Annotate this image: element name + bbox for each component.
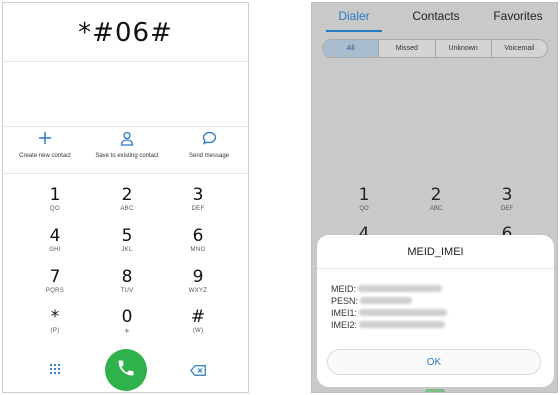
- dialer-tabs: Dialer Contacts Favorites: [312, 3, 557, 33]
- device-id-list: MEID: PESN: IMEI1: IMEI2:: [331, 282, 448, 330]
- key-1[interactable]: 1 QO: [25, 186, 85, 222]
- meid-label: MEID:: [331, 283, 357, 294]
- divider: [3, 173, 248, 174]
- key-letters: MNO: [190, 247, 206, 253]
- key-2[interactable]: 2 ABC: [406, 186, 466, 222]
- message-icon: [168, 131, 248, 147]
- key-letters: ABC: [120, 206, 134, 212]
- dial-input-display[interactable]: *#06#: [3, 3, 248, 63]
- dialer-screen-right: Dialer Contacts Favorites All Missed Unk…: [311, 2, 558, 393]
- redacted-value: [359, 309, 448, 317]
- filter-unknown[interactable]: Unknown: [434, 40, 491, 57]
- dial-bottom-bar: [3, 349, 248, 391]
- key-digit: 4: [49, 226, 61, 246]
- key-letters: QO: [359, 206, 369, 212]
- active-tab-indicator: [326, 30, 382, 32]
- key-digit: 0: [121, 307, 133, 327]
- redacted-value: [359, 321, 446, 329]
- imei2-row: IMEI2:: [331, 318, 447, 330]
- key-letters: (W): [192, 328, 204, 334]
- divider: [3, 126, 248, 127]
- quick-actions: Create new contact Save to existing cont…: [3, 131, 248, 169]
- dialpad-icon[interactable]: [49, 362, 61, 380]
- tab-dialer[interactable]: Dialer: [326, 9, 382, 23]
- call-button-peek: [425, 389, 445, 392]
- ok-button[interactable]: OK: [327, 349, 541, 375]
- plus-icon: [4, 131, 86, 147]
- key-letters: DEF: [191, 206, 205, 212]
- key-1[interactable]: 1 QO: [334, 186, 394, 222]
- key-digit: *: [50, 307, 60, 327]
- meid-imei-dialog: MEID_IMEI MEID: PESN: IMEI1: IMEI2: OK: [317, 235, 554, 387]
- key-digit: 1: [358, 185, 370, 205]
- dialog-title: MEID_IMEI: [317, 235, 554, 269]
- filter-voicemail[interactable]: Voicemail: [490, 40, 547, 57]
- key-letters: TUV: [120, 288, 134, 294]
- filter-missed[interactable]: Missed: [378, 40, 434, 57]
- key-3[interactable]: 3 DEF: [477, 186, 537, 222]
- key-digit: 8: [121, 267, 133, 287]
- call-button[interactable]: [105, 349, 147, 391]
- send-message-button[interactable]: Send message: [168, 131, 248, 159]
- key-letters: WXYZ: [188, 288, 208, 294]
- imei1-label: IMEI1:: [331, 307, 358, 318]
- filter-all[interactable]: All: [323, 40, 379, 57]
- backspace-icon[interactable]: [190, 363, 206, 381]
- key-hash[interactable]: # (W): [168, 308, 228, 344]
- create-new-contact-label: Create new contact: [19, 153, 71, 159]
- person-icon: [86, 131, 168, 147]
- dialer-screen-left: *#06# Create new contact Save to existin…: [2, 2, 249, 393]
- key-2[interactable]: 2 ABC: [97, 186, 157, 222]
- redacted-value: [358, 285, 443, 293]
- phone-icon: [116, 358, 136, 383]
- tab-favorites[interactable]: Favorites: [486, 9, 550, 23]
- key-digit: 1: [49, 185, 61, 205]
- key-letters: +: [124, 326, 130, 336]
- key-star[interactable]: * (P): [25, 308, 85, 344]
- key-0[interactable]: 0 +: [97, 308, 157, 344]
- redacted-value: [360, 297, 413, 305]
- key-letters: GHI: [49, 247, 61, 253]
- imei1-row: IMEI1:: [331, 306, 448, 318]
- imei2-label: IMEI2:: [331, 319, 358, 330]
- key-digit: 3: [501, 185, 513, 205]
- key-digit: #: [190, 307, 206, 327]
- key-6[interactable]: 6 MNO: [168, 227, 228, 263]
- key-digit: 3: [192, 185, 204, 205]
- key-letters: JKL: [121, 247, 133, 253]
- key-digit: 6: [192, 226, 204, 246]
- divider: [3, 61, 248, 62]
- call-log-filter: All Missed Unknown Voicemail: [322, 39, 548, 58]
- tab-contacts[interactable]: Contacts: [404, 9, 468, 23]
- key-letters: (P): [50, 328, 60, 334]
- key-8[interactable]: 8 TUV: [97, 268, 157, 304]
- send-message-label: Send message: [188, 153, 230, 159]
- key-7[interactable]: 7 PQRS: [25, 268, 85, 304]
- key-digit: 5: [121, 226, 133, 246]
- key-5[interactable]: 5 JKL: [97, 227, 157, 263]
- key-4[interactable]: 4 GHI: [25, 227, 85, 263]
- pesn-label: PESN:: [331, 295, 359, 306]
- create-new-contact-button[interactable]: Create new contact: [4, 131, 86, 159]
- key-9[interactable]: 9 WXYZ: [168, 268, 228, 304]
- key-letters: ABC: [429, 206, 443, 212]
- save-to-existing-contact-button[interactable]: Save to existing contact: [86, 131, 168, 159]
- key-digit: 7: [49, 267, 61, 287]
- key-digit: 9: [192, 267, 204, 287]
- key-3[interactable]: 3 DEF: [168, 186, 228, 222]
- save-to-existing-contact-label: Save to existing contact: [95, 153, 159, 159]
- meid-row: MEID:: [331, 282, 447, 294]
- key-letters: QO: [50, 206, 60, 212]
- key-letters: PQRS: [45, 288, 65, 294]
- key-digit: 2: [430, 185, 442, 205]
- key-letters: DEF: [501, 206, 513, 212]
- pesn-row: PESN:: [331, 294, 447, 306]
- key-digit: 2: [121, 185, 133, 205]
